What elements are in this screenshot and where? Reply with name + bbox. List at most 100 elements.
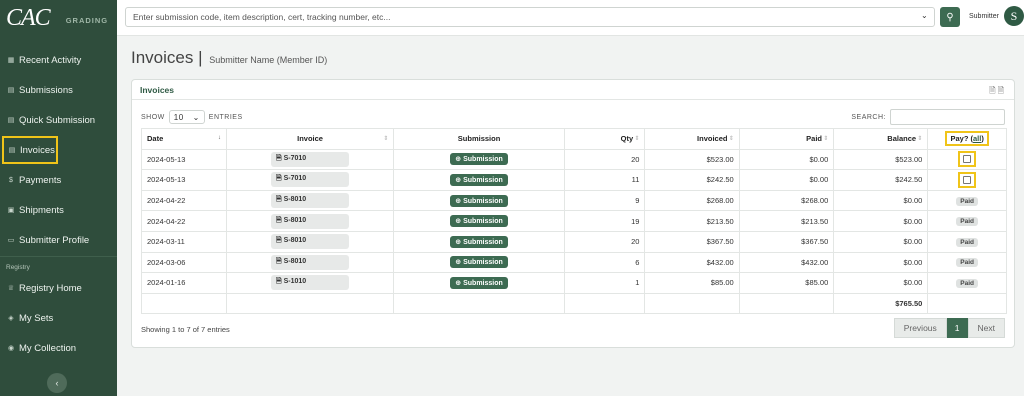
paid-cell: $432.00 (738, 251, 835, 274)
table-row: 2024-03-06 🗎 S-8010 ⊕ Submission 6 $432.00 $4… (141, 251, 1007, 274)
table-row: 2024-05-13 🗎 S-7010 ⊕ Submission 11 $242.50 $… (141, 169, 1007, 191)
submission-label: Submission (463, 197, 503, 205)
avatar[interactable]: S (1004, 6, 1024, 26)
invoice-link[interactable]: 🗎 S-7010 (271, 151, 350, 167)
pay-checkbox[interactable] (963, 155, 972, 164)
pay-checkbox[interactable] (963, 175, 972, 184)
page-title-text: Invoices (131, 48, 194, 67)
total-cell-empty (927, 292, 1007, 315)
invoice-link[interactable]: 🗎 S-7010 (271, 172, 350, 188)
invoice-cell: 🗎 S-7010 (225, 148, 395, 171)
date-cell: 2024-05-13 (141, 148, 227, 171)
balance-cell: $0.00 (833, 189, 929, 212)
entries-label: ENTRIES (208, 113, 243, 121)
export-tools: 🗎🗎 (989, 85, 1006, 99)
sort-desc-icon: ↓ (217, 135, 221, 141)
qty-cell: 20 (563, 148, 646, 171)
sidebar: CAC GRADING ▦ Recent Activity ▤ Submissi… (0, 0, 117, 396)
invoice-code: S-8010 (283, 216, 307, 224)
search-button[interactable]: ⚲ (940, 7, 960, 27)
submission-cell: ⊕ Submission (393, 169, 565, 191)
total-balance: $765.50 (833, 292, 929, 315)
date-cell: 2024-05-13 (141, 169, 227, 191)
paid-badge: Paid (956, 278, 979, 288)
submission-label: Submission (463, 259, 503, 267)
export-pdf-icon[interactable]: 🗎 (989, 86, 997, 95)
column-header-invoice[interactable]: Invoice ⇕ (225, 128, 395, 150)
document-icon: 🗎 (276, 216, 284, 224)
pay-cell: Paid (927, 251, 1007, 274)
invoice-link[interactable]: 🗎 S-8010 (271, 193, 350, 209)
column-header-balance[interactable]: Balance ⇕ (833, 128, 929, 150)
invoice-code: S-7010 (283, 175, 307, 183)
submission-cell: ⊕ Submission (393, 251, 565, 274)
layers-icon: ◈ (8, 315, 14, 322)
submission-button[interactable]: ⊕ Submission (450, 215, 508, 228)
submission-button[interactable]: ⊕ Submission (450, 256, 508, 269)
column-header-qty[interactable]: Qty ⇕ (563, 128, 646, 150)
user-role-label[interactable]: Submitter (969, 13, 999, 20)
invoice-link[interactable]: 🗎 S-8010 (271, 254, 350, 270)
paid-badge: Paid (956, 237, 979, 247)
sidebar-collapse-button[interactable]: ‹ (47, 373, 67, 393)
submission-button[interactable]: ⊕ Submission (450, 276, 508, 289)
sidebar-item-submitter-profile[interactable]: ▭ Submitter Profile (0, 228, 117, 252)
arrow-circle-icon: ⊕ (455, 279, 464, 287)
paid-badge: Paid (956, 196, 979, 206)
sidebar-item-quick-submission[interactable]: ▤ Quick Submission (0, 108, 117, 132)
table-row: 2024-05-13 🗎 S-7010 ⊕ Submission 20 $523.00 $… (141, 148, 1007, 171)
chevron-down-icon[interactable]: ⌄ (921, 11, 928, 20)
column-header-invoiced[interactable]: Invoiced ⇕ (644, 128, 740, 150)
document-icon: 🗎 (276, 257, 284, 265)
invoice-code: S-8010 (283, 196, 307, 204)
table-search-input[interactable] (890, 109, 1005, 125)
submission-button[interactable]: ⊕ Submission (450, 153, 508, 166)
document-icon: 🗎 (276, 237, 284, 245)
invoice-link[interactable]: 🗎 S-8010 (271, 213, 350, 229)
page-size-value: 10 (173, 112, 184, 122)
pay-cell (927, 148, 1007, 171)
qty-cell: 6 (563, 251, 646, 274)
submission-button[interactable]: ⊕ Submission (450, 235, 508, 248)
search-icon: ⚲ (946, 11, 954, 23)
column-header-paid[interactable]: Paid ⇕ (738, 128, 835, 150)
pay-cell: Paid (927, 230, 1007, 253)
sidebar-item-payments[interactable]: $ Payments (0, 168, 117, 192)
pay-header-close: ) (981, 134, 984, 144)
trophy-icon: ♕ (7, 285, 15, 292)
sidebar-item-invoices[interactable]: ▤ Invoices (2, 136, 58, 164)
table-total-row: $765.50 (141, 292, 1007, 315)
logo-text: CAC (6, 4, 51, 31)
page-subtitle: Submitter Name (Member ID) (209, 55, 328, 65)
global-search-input[interactable]: Enter submission code, item description,… (125, 7, 935, 27)
sidebar-item-registry-home[interactable]: ♕ Registry Home (0, 276, 117, 300)
brand-logo[interactable]: CAC GRADING (0, 0, 117, 36)
export-csv-icon[interactable]: 🗎 (998, 86, 1006, 95)
invoice-link[interactable]: 🗎 S-8010 (271, 234, 350, 250)
invoiced-cell: $268.00 (644, 189, 740, 212)
sidebar-item-my-collection[interactable]: ◉ My Collection (0, 336, 117, 360)
paid-cell: $213.50 (738, 210, 835, 232)
submission-button[interactable]: ⊕ Submission (450, 173, 508, 186)
arrow-circle-icon: ⊕ (455, 259, 464, 267)
previous-page-button[interactable]: Previous (893, 318, 947, 338)
invoices-card: Invoices 🗎🗎 SHOW 10 ⌄ ENTRIES SEARCH: Da… (131, 79, 1015, 348)
page-size-select[interactable]: 10 ⌄ (168, 110, 205, 124)
next-page-button[interactable]: Next (967, 318, 1005, 338)
submission-button[interactable]: ⊕ Submission (450, 194, 508, 207)
sidebar-item-my-sets[interactable]: ◈ My Sets (0, 306, 117, 330)
invoiced-cell: $242.50 (644, 169, 740, 191)
sidebar-item-label: Recent Activity (19, 54, 82, 66)
submission-cell: ⊕ Submission (393, 230, 565, 253)
table-row: 2024-04-22 🗎 S-8010 ⊕ Submission 9 $268.00 $2… (141, 189, 1007, 212)
sidebar-item-shipments[interactable]: ▣ Shipments (0, 198, 117, 222)
date-cell: 2024-04-22 (141, 210, 227, 232)
current-page-button[interactable]: 1 (946, 318, 968, 338)
invoice-link[interactable]: 🗎 S-1010 (271, 275, 350, 291)
date-cell: 2024-03-06 (141, 251, 227, 274)
submission-cell: ⊕ Submission (393, 148, 565, 171)
sidebar-item-recent-activity[interactable]: ▦ Recent Activity (0, 48, 117, 72)
sidebar-item-submissions[interactable]: ▤ Submissions (0, 78, 117, 102)
column-header-date[interactable]: Date ↓ (141, 128, 227, 150)
balance-cell: $0.00 (833, 251, 929, 274)
